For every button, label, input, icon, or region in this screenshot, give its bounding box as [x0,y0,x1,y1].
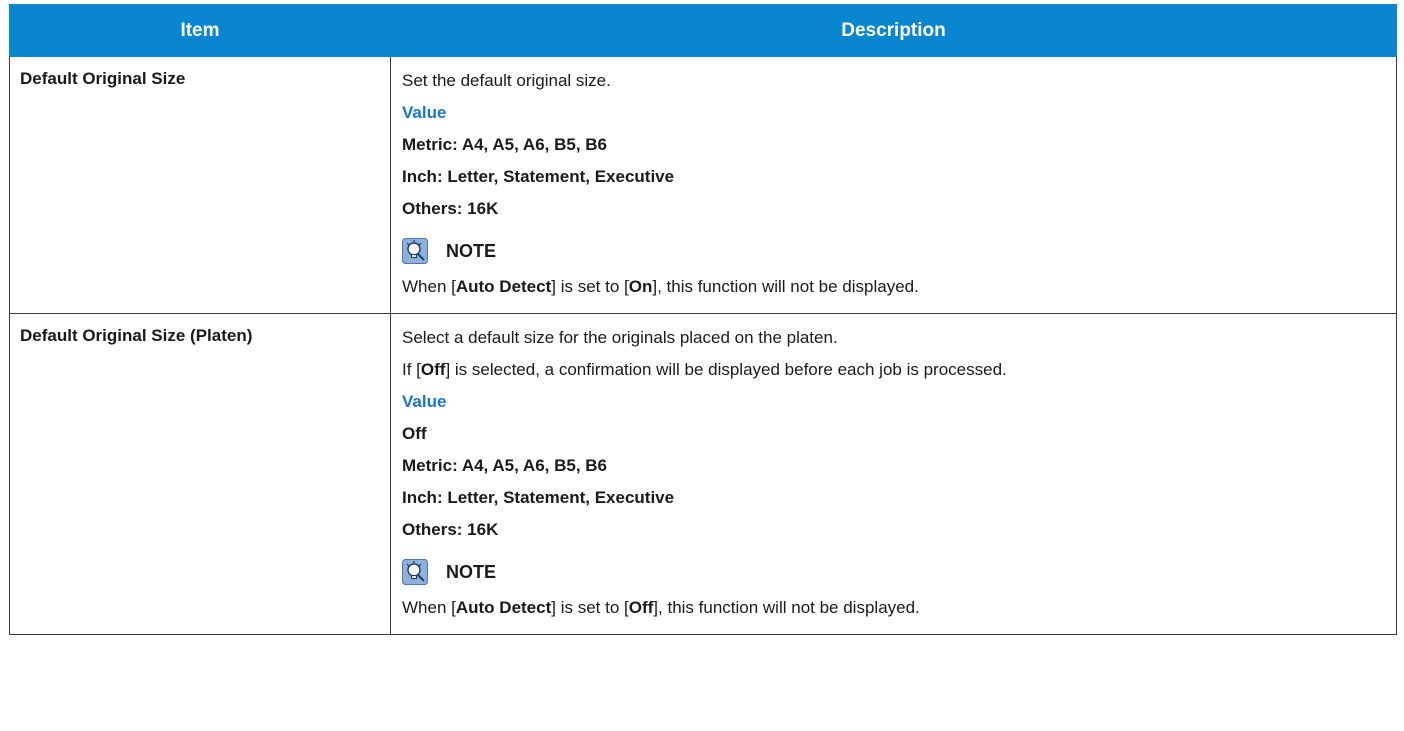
note-text: When [Auto Detect] is set to [Off], this… [402,598,920,617]
item-cell: Default Original Size [9,56,391,314]
value-option: Others: 16K [402,520,499,539]
note-lightbulb-icon [402,238,428,264]
table-header-row: Item Description [9,4,1397,57]
note-text: When [Auto Detect] is set to [On], this … [402,277,919,296]
value-option: Inch: Letter, Statement, Executive [402,488,675,507]
column-header-description: Description [390,4,1397,57]
description-text: Set the default original size. [402,71,611,90]
item-cell: Default Original Size (Platen) [9,313,391,635]
settings-table: Item Description Default Original Size S… [9,4,1397,635]
description-text: If [Off] is selected, a confirmation wil… [402,360,1007,379]
note-lightbulb-icon [402,559,428,585]
value-label: Value [402,103,447,122]
value-option: Metric: A4, A5, A6, B5, B6 [402,135,608,154]
table-row: Default Original Size Set the default or… [9,56,1397,314]
value-option: Off [402,424,427,443]
value-option: Inch: Letter, Statement, Executive [402,167,675,186]
value-label: Value [402,392,447,411]
description-cell: Select a default size for the originals … [390,313,1397,635]
note-label: NOTE [446,561,497,582]
description-cell: Set the default original size. Value Met… [390,56,1397,314]
note-label: NOTE [446,240,497,261]
column-header-item: Item [9,4,391,57]
table-row: Default Original Size (Platen) Select a … [9,313,1397,635]
note-heading: NOTE [402,230,1387,272]
description-text: Select a default size for the originals … [402,328,838,347]
value-option: Others: 16K [402,199,499,218]
value-option: Metric: A4, A5, A6, B5, B6 [402,456,608,475]
note-heading: NOTE [402,551,1387,593]
